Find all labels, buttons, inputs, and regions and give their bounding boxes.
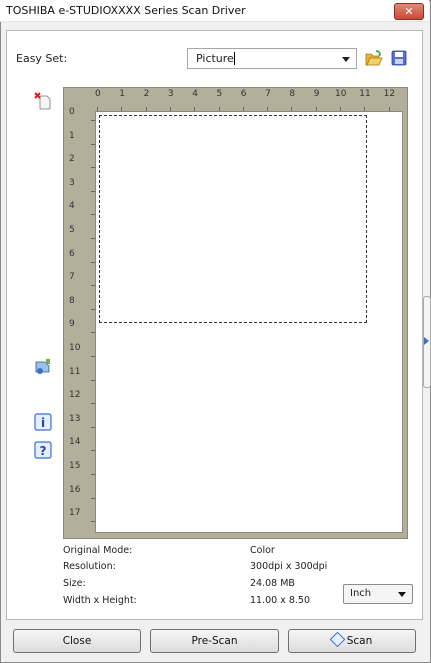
ruler-top-tick-label: 0 <box>95 89 101 99</box>
easy-set-value: Picture <box>196 52 234 65</box>
text-caret <box>234 52 235 65</box>
ruler-left-tick-label: 14 <box>69 437 81 448</box>
ruler-left-tick-label: 12 <box>69 390 81 401</box>
ruler-left-tick-label: 4 <box>69 201 75 212</box>
resolution-label: Resolution: <box>63 561 116 572</box>
chevron-down-icon <box>398 592 406 597</box>
size-label: Size: <box>63 578 86 589</box>
original-mode-label: Original Mode: <box>63 545 133 556</box>
ruler-left-tick-label: 2 <box>69 154 75 165</box>
width-height-value: 11.00 x 8.50 <box>250 595 311 606</box>
ruler-left-tick-label: 17 <box>69 508 81 519</box>
scan-button-label: Scan <box>346 635 373 647</box>
unit-dropdown[interactable]: Inch <box>343 584 413 604</box>
ruler-top-tick-label: 7 <box>265 89 271 99</box>
close-button[interactable]: Close <box>13 629 141 653</box>
ruler-left-tick-label: 16 <box>69 484 81 495</box>
ruler-top-tick-label: 1 <box>119 89 126 99</box>
folder-open-icon[interactable] <box>365 49 383 67</box>
ruler-left-tick-label: 0 <box>69 107 75 117</box>
ruler-left-tick-label: 15 <box>69 461 81 471</box>
easy-set-dropdown[interactable]: Picture <box>187 48 357 69</box>
ruler-left-tick-label: 5 <box>69 225 75 235</box>
ruler-top-tick-label: 9 <box>313 89 320 99</box>
window-close-button[interactable]: ✕ <box>394 3 424 20</box>
svg-text:?: ? <box>40 444 47 458</box>
ruler-left-tick-label: 8 <box>69 295 75 306</box>
scan-button[interactable]: Scan <box>288 629 416 653</box>
ruler-left-tick-label: 7 <box>69 272 75 283</box>
floppy-save-icon[interactable] <box>391 50 407 66</box>
ruler-top-tick-label: 11 <box>359 89 371 99</box>
ruler-top-tick-label: 8 <box>289 89 296 99</box>
resolution-value: 300dpi x 300dpi <box>250 561 328 572</box>
ruler-left-tick-label: 10 <box>69 343 81 353</box>
original-mode-value: Color <box>250 545 275 556</box>
easy-set-label: Easy Set: <box>16 52 68 65</box>
ruler-top-tick-label: 12 <box>383 89 396 99</box>
chevron-down-icon <box>342 57 350 62</box>
ruler-top-tick-label: 5 <box>216 89 223 99</box>
width-height-label: Width x Height: <box>63 595 137 606</box>
pre-scan-button[interactable]: Pre-Scan <box>150 629 279 653</box>
ruler-left-tick-label: 1 <box>69 130 75 141</box>
ruler-left-tick-label: 3 <box>69 177 75 188</box>
unit-value: Inch <box>350 588 372 599</box>
scan-diamond-icon <box>329 631 346 648</box>
ruler-top-tick-label: 4 <box>192 89 198 99</box>
ruler-left-tick-label: 6 <box>69 248 75 259</box>
ruler-left-tick-label: 9 <box>69 319 75 330</box>
chevron-right-icon <box>424 337 429 345</box>
info-icon[interactable]: i <box>34 413 52 431</box>
svg-text:i: i <box>41 416 45 430</box>
ruler-top-tick-label: 3 <box>167 89 174 99</box>
title-bar: TOSHIBA e-STUDIOXXXX Series Scan Driver <box>0 0 429 22</box>
scanner-settings-icon[interactable] <box>34 358 52 376</box>
scan-selection-rectangle[interactable] <box>99 115 367 323</box>
ruler-left-tick-label: 13 <box>69 413 81 424</box>
eraser-reset-icon[interactable] <box>34 92 52 110</box>
ruler-top-tick-label: 6 <box>240 89 247 99</box>
window-title: TOSHIBA e-STUDIOXXXX Series Scan Driver <box>6 4 246 17</box>
size-value: 24.08 MB <box>250 578 295 589</box>
ruler-top-tick-label: 2 <box>143 89 150 99</box>
ruler-top-tick-label: 10 <box>335 89 347 99</box>
ruler-left-tick-label: 11 <box>69 366 81 377</box>
help-icon[interactable]: ? <box>34 441 52 459</box>
